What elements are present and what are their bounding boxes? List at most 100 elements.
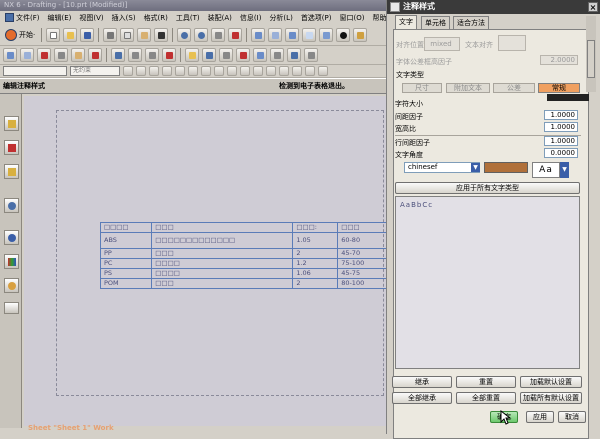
refresh-icon[interactable] <box>302 27 317 42</box>
table-cell[interactable]: 2 <box>292 248 339 259</box>
text-position-select[interactable]: mixed <box>424 37 460 51</box>
snap-6-icon[interactable] <box>188 66 198 76</box>
table-cell[interactable]: 45-70 <box>337 248 387 259</box>
snap-8-icon[interactable] <box>214 66 224 76</box>
select-icon[interactable] <box>228 27 243 42</box>
table-cell[interactable]: □□□ <box>151 278 294 289</box>
subtab-tolerance[interactable]: 公差 <box>493 83 535 93</box>
apply-to-all-text-types-button[interactable]: 应用于所有文字类型 <box>395 182 580 194</box>
snap-16-icon[interactable] <box>318 66 328 76</box>
reset-button[interactable]: 重置 <box>456 376 516 388</box>
cancel-button[interactable]: 取消 <box>558 411 586 423</box>
history-icon[interactable] <box>4 230 19 245</box>
table-cell[interactable]: 75-100 <box>337 258 387 269</box>
snap-2-icon[interactable] <box>136 66 146 76</box>
text-angle-field[interactable]: 0.0000 <box>544 148 578 158</box>
snap-11-icon[interactable] <box>253 66 263 76</box>
table-cell[interactable]: 80-100 <box>337 278 387 289</box>
line-spacing-field[interactable]: 1.0000 <box>544 136 578 146</box>
snap-1-icon[interactable] <box>123 66 133 76</box>
delete-icon[interactable] <box>154 27 169 42</box>
menu-preferences[interactable]: 首选项(P) <box>298 13 335 23</box>
text-justify-select[interactable] <box>498 35 526 51</box>
table-cell[interactable]: □□□: <box>292 222 339 233</box>
open-folder-icon[interactable] <box>63 27 78 42</box>
drafting-tool-17-icon[interactable] <box>287 48 301 62</box>
tolerance-size-factor-field[interactable]: 2.0000 <box>540 55 578 65</box>
table-cell[interactable]: 1.05 <box>292 232 339 249</box>
table-cell[interactable]: 60-80 <box>337 232 387 249</box>
tabular-note[interactable]: □□□□ □□□ □□□: □□□ ABS □□□□□□□□□□□□□ 1.05… <box>99 222 387 289</box>
redo-icon[interactable] <box>194 27 209 42</box>
zoom-icon[interactable] <box>268 27 283 42</box>
drafting-tool-4-icon[interactable] <box>54 48 68 62</box>
drafting-tool-3-icon[interactable] <box>37 48 51 62</box>
table-cell[interactable]: □□□□ <box>151 268 294 279</box>
zoom-window-icon[interactable] <box>319 27 334 42</box>
table-cell[interactable]: □□□□ <box>151 258 294 269</box>
fit-view-icon[interactable] <box>251 27 266 42</box>
type-filter-dropdown[interactable] <box>3 66 67 76</box>
tab-cell[interactable]: 单元格 <box>421 16 450 29</box>
drafting-tool-7-icon[interactable] <box>111 48 125 62</box>
subtab-appended-text[interactable]: 附加文本 <box>446 83 490 93</box>
close-icon[interactable]: × <box>588 2 598 12</box>
text-color-swatch[interactable] <box>484 162 528 173</box>
menu-view[interactable]: 视图(V) <box>76 13 106 23</box>
table-cell[interactable]: □□□□□□□□□□□□□ <box>151 232 294 249</box>
drafting-tool-2-icon[interactable] <box>20 48 34 62</box>
font-select[interactable]: chinesef <box>404 162 480 173</box>
table-cell[interactable]: 45-75 <box>337 268 387 279</box>
menu-edit[interactable]: 编辑(E) <box>45 13 75 23</box>
menu-analysis[interactable]: 分析(L) <box>266 13 295 23</box>
subtab-dimension[interactable]: 尺寸 <box>402 83 442 93</box>
snap-4-icon[interactable] <box>162 66 172 76</box>
table-cell[interactable]: 2 <box>292 278 339 289</box>
drafting-tool-11-icon[interactable] <box>185 48 199 62</box>
drafting-tool-16-icon[interactable] <box>270 48 284 62</box>
table-cell[interactable]: □□□□ <box>99 222 153 233</box>
constraint-dropdown[interactable]: 无约束 <box>70 66 120 76</box>
tab-text[interactable]: 文字 <box>395 15 417 29</box>
dialog-title-bar[interactable]: 注释样式 × <box>387 0 600 14</box>
table-cell[interactable]: □□□ <box>151 248 294 259</box>
scrollbar-thumb[interactable] <box>587 40 595 78</box>
save-icon[interactable] <box>80 27 95 42</box>
snap-7-icon[interactable] <box>201 66 211 76</box>
table-cell[interactable]: □□□ <box>151 222 294 233</box>
table-cell[interactable]: ABS <box>99 232 153 249</box>
assembly-navigator-icon[interactable] <box>4 116 19 131</box>
repeat-icon[interactable] <box>211 27 226 42</box>
drafting-tool-1-icon[interactable] <box>3 48 17 62</box>
start-menu-button[interactable]: 开始· <box>3 28 37 41</box>
spacing-factor-field[interactable]: 1.0000 <box>544 110 578 120</box>
drafting-tool-5-icon[interactable] <box>71 48 85 62</box>
part-navigator-icon[interactable] <box>4 164 19 179</box>
tab-fit-method[interactable]: 适合方法 <box>453 16 489 29</box>
table-cell[interactable]: PC <box>99 258 153 269</box>
drafting-tool-10-icon[interactable] <box>162 48 176 62</box>
chevron-down-icon[interactable]: ▼ <box>560 162 569 178</box>
system-materials-icon[interactable] <box>4 302 19 314</box>
table-cell[interactable]: 1.06 <box>292 268 339 279</box>
copy-icon[interactable] <box>120 27 135 42</box>
menu-tools[interactable]: 工具(T) <box>173 13 203 23</box>
web-browser-icon[interactable] <box>4 198 19 213</box>
undo-icon[interactable] <box>177 27 192 42</box>
snap-14-icon[interactable] <box>292 66 302 76</box>
drafting-tool-9-icon[interactable] <box>145 48 159 62</box>
inherit-all-button[interactable]: 全部继承 <box>392 392 452 404</box>
aspect-ratio-field[interactable]: 1.0000 <box>544 122 578 132</box>
load-all-default-settings-button[interactable]: 加载所有默认设置 <box>520 392 582 404</box>
table-cell[interactable]: POM <box>99 278 153 289</box>
display-mode-icon[interactable] <box>336 27 351 42</box>
drafting-tool-18-icon[interactable] <box>304 48 318 62</box>
table-cell[interactable]: PP <box>99 248 153 259</box>
menu-file[interactable]: 文件(F) <box>2 13 43 23</box>
subtab-general[interactable]: 常规 <box>538 83 580 93</box>
chevron-down-icon[interactable]: ▼ <box>471 163 480 172</box>
inherit-button[interactable]: 继承 <box>392 376 452 388</box>
dialog-scrollbar[interactable] <box>586 16 596 92</box>
table-cell[interactable]: PS <box>99 268 153 279</box>
load-default-settings-button[interactable]: 加载默认设置 <box>520 376 582 388</box>
